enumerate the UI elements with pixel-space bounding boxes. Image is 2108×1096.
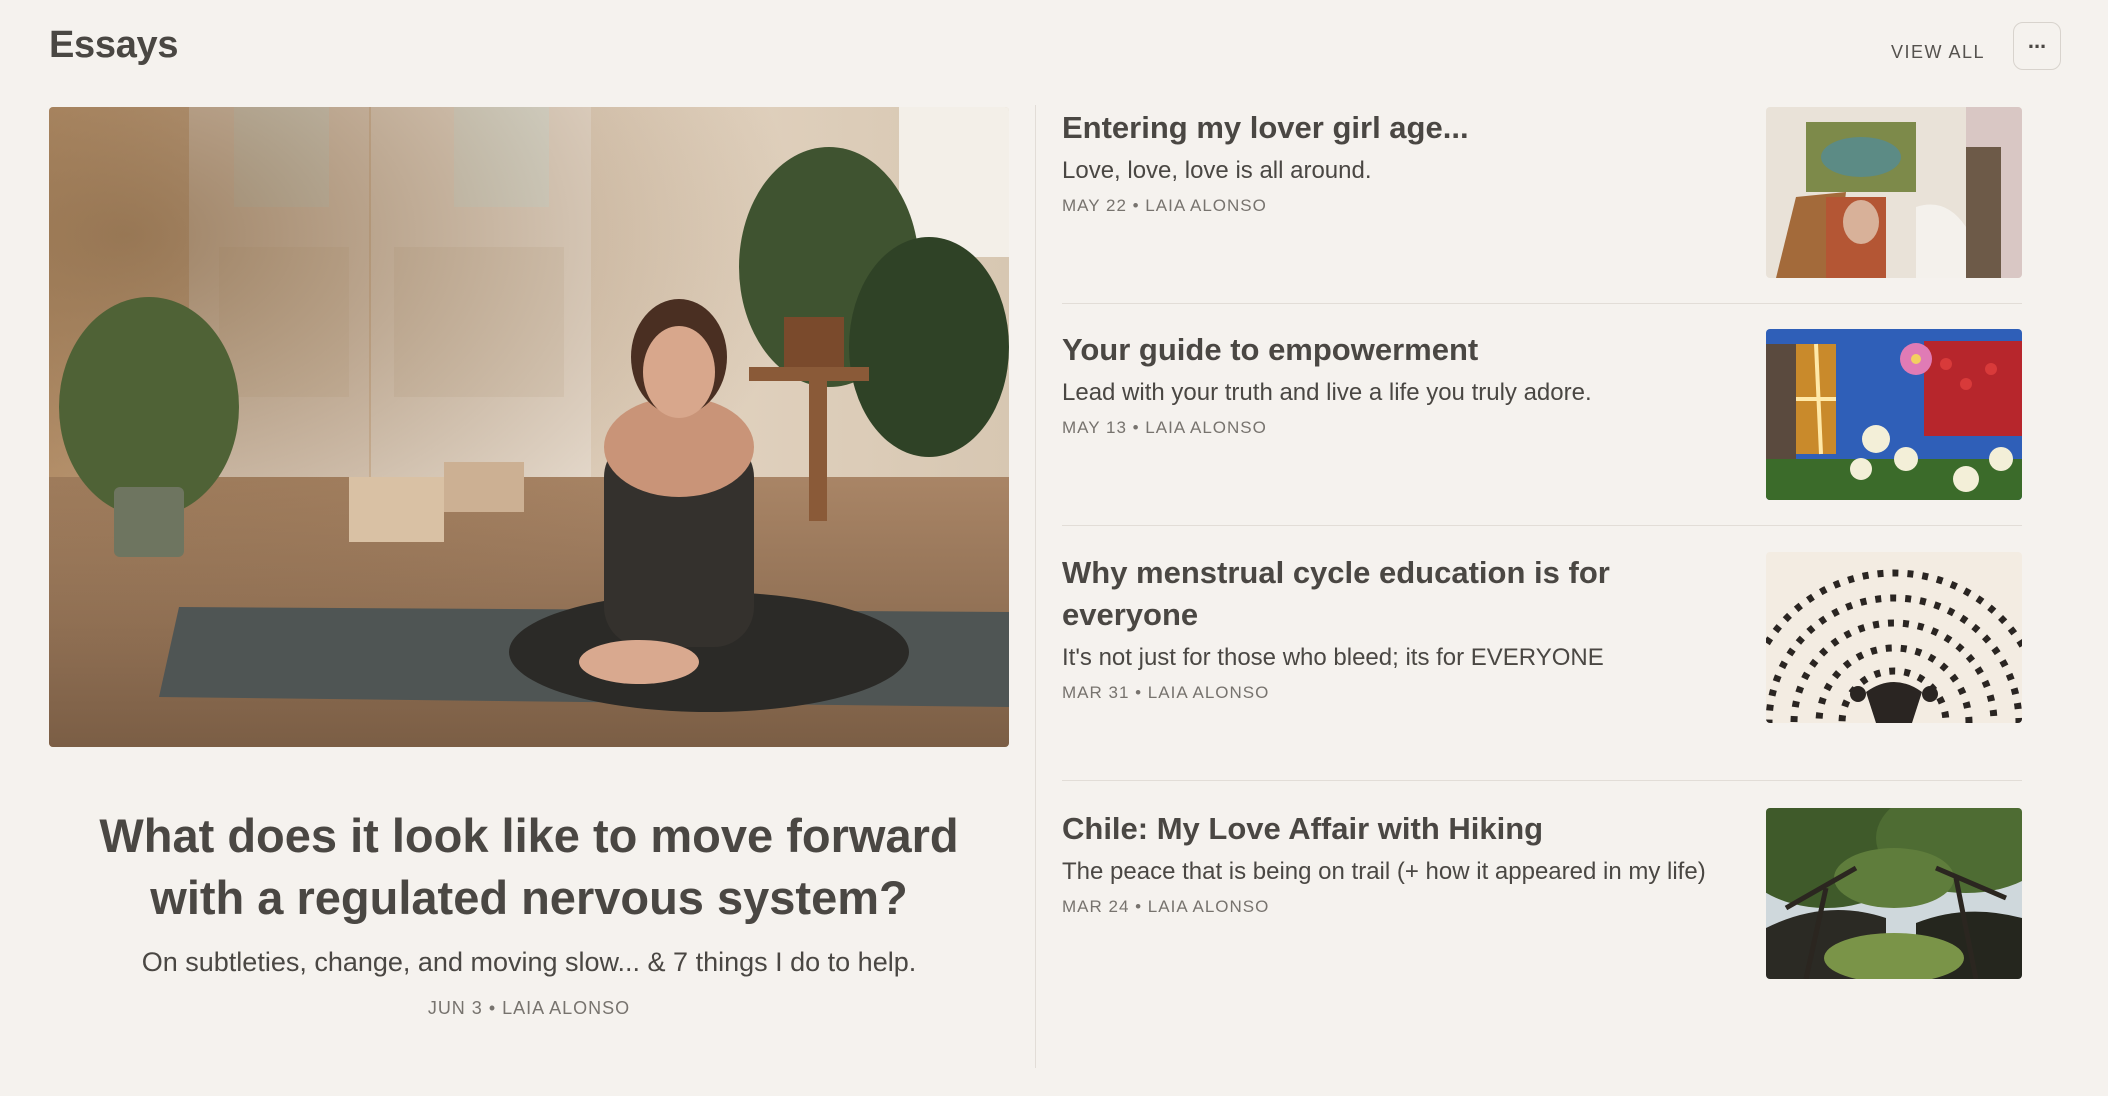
post-meta: MAR 31 • LAIA ALONSO [1062, 683, 1270, 702]
post-divider [1062, 303, 2022, 304]
post-thumbnail[interactable] [1766, 107, 2022, 278]
featured-post-title[interactable]: What does it look like to move forward w… [89, 805, 969, 929]
post-meta: MAR 24 • LAIA ALONSO [1062, 897, 1270, 916]
post-meta: MAY 22 • LAIA ALONSO [1062, 196, 1267, 215]
more-icon: ... [2027, 28, 2047, 53]
view-all-link[interactable]: VIEW ALL [1891, 42, 1985, 63]
post-title[interactable]: Your guide to empowerment [1062, 329, 1752, 371]
featured-post-image[interactable] [49, 107, 1009, 747]
featured-post[interactable]: What does it look like to move forward w… [49, 107, 1009, 1019]
post-title[interactable]: Why menstrual cycle education is for eve… [1062, 552, 1752, 636]
post-subtitle: Lead with your truth and live a life you… [1062, 379, 1592, 406]
featured-post-meta: JUN 3 • LAIA ALONSO [427, 998, 631, 1018]
column-divider [1035, 105, 1036, 1068]
post-subtitle: It's not just for those who bleed; its f… [1062, 644, 1604, 671]
post-thumbnail[interactable] [1766, 552, 2022, 723]
post-meta: MAY 13 • LAIA ALONSO [1062, 418, 1267, 437]
featured-post-subtitle: On subtleties, change, and moving slow..… [141, 947, 917, 977]
section-title: Essays [49, 24, 179, 66]
more-options-button[interactable]: ... [2013, 22, 2061, 70]
post-subtitle: Love, love, love is all around. [1062, 157, 1372, 184]
post-divider [1062, 525, 2022, 526]
post-thumbnail[interactable] [1766, 329, 2022, 500]
post-title[interactable]: Chile: My Love Affair with Hiking [1062, 808, 1752, 850]
post-divider [1062, 780, 2022, 781]
post-thumbnail[interactable] [1766, 808, 2022, 979]
post-subtitle: The peace that is being on trail (+ how … [1062, 858, 1706, 885]
section-header: Essays VIEW ALL ... [49, 0, 2061, 96]
post-title[interactable]: Entering my lover girl age... [1062, 107, 1752, 149]
